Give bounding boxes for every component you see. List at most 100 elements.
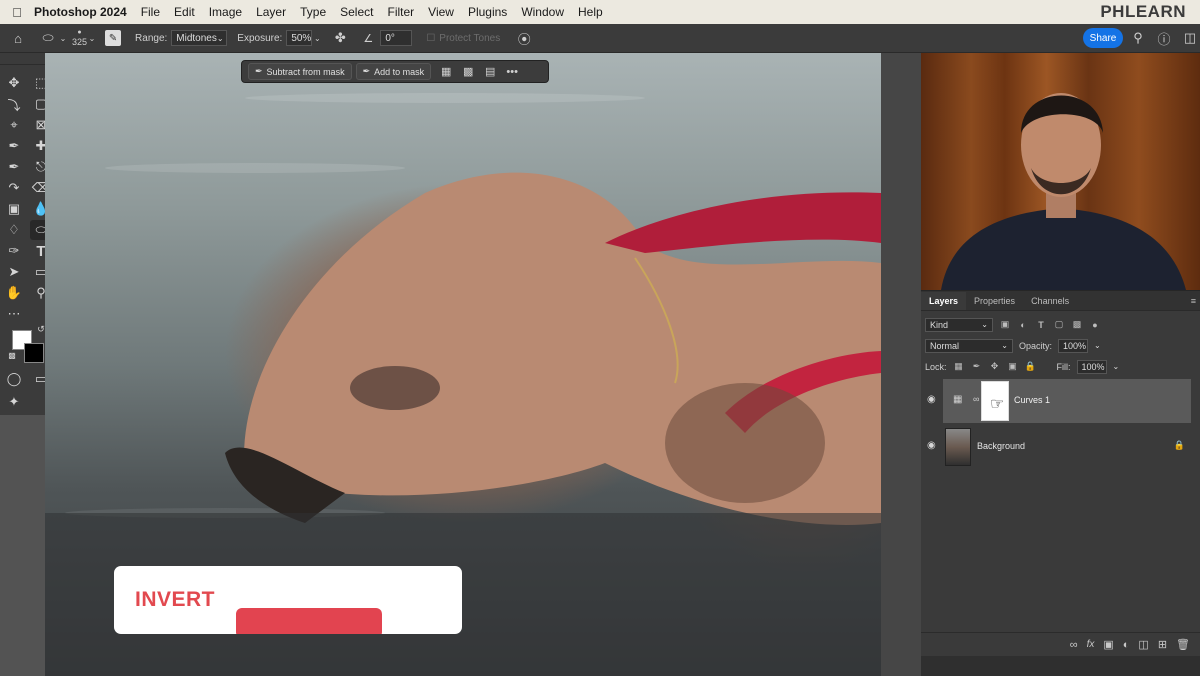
menu-file[interactable]: File (141, 5, 160, 19)
lock-position-icon[interactable]: ✥ (989, 361, 1001, 373)
lasso-tool-icon[interactable]: ⤵ (3, 94, 25, 114)
add-to-mask-button[interactable]: ✒ Add to mask (355, 63, 432, 80)
fill-input[interactable]: 100% (1076, 359, 1107, 374)
opacity-label: Opacity: (1019, 340, 1053, 351)
menu-filter[interactable]: Filter (387, 5, 414, 19)
presenter-image (941, 93, 1186, 290)
blend-mode-select[interactable]: Normal ⌄ (925, 338, 1013, 353)
pen-tool-icon[interactable]: ✑ (3, 241, 25, 261)
filter-shape-icon[interactable]: ▢ (1053, 319, 1065, 331)
tab-channels[interactable]: Channels (1023, 296, 1077, 310)
filter-smart-object-icon[interactable]: ▩ (1071, 319, 1083, 331)
chevron-down-icon[interactable]: ⌄ (312, 28, 322, 48)
chevron-down-icon[interactable]: ⌄ (87, 28, 97, 48)
layer-mask-thumbnail[interactable]: ☞ (981, 381, 1009, 421)
opacity-input[interactable]: 100% (1058, 338, 1089, 353)
quick-mask-icon[interactable]: ◯ (3, 369, 25, 389)
history-brush-tool-icon[interactable]: ↷ (3, 178, 25, 198)
path-select-tool-icon[interactable]: ➤ (3, 262, 25, 282)
lock-transparent-icon[interactable]: ▦ (953, 361, 965, 373)
mask-options-icon[interactable]: ▦ (435, 63, 457, 80)
delete-layer-icon[interactable]: 🗑 (1176, 638, 1190, 651)
exposure-input[interactable]: 50% (286, 30, 313, 46)
chevron-down-icon[interactable]: ⌄ (1094, 341, 1101, 350)
menu-select[interactable]: Select (340, 5, 373, 19)
layer-row[interactable]: ◉ ▦ ∞ ☞ Curves 1 (927, 379, 1191, 423)
angle-input[interactable]: 0° (380, 30, 413, 46)
options-right-icons: ⚲ ⓘ ◫ (1128, 28, 1200, 48)
add-mask-icon[interactable]: ▣ (1103, 638, 1113, 651)
menu-window[interactable]: Window (521, 5, 564, 19)
tutorial-caption-card: INVERT (114, 566, 462, 634)
subtract-from-mask-label: Subtract from mask (266, 66, 345, 77)
brush-settings-icon[interactable]: ✎ (105, 30, 122, 46)
hand-tool-icon[interactable]: ✋ (3, 283, 25, 303)
menu-layer[interactable]: Layer (256, 5, 286, 19)
brush-size-control[interactable]: ● 325 (72, 29, 87, 47)
menu-type[interactable]: Type (300, 5, 326, 19)
layer-thumbnail[interactable] (945, 428, 971, 466)
crop-tool-icon[interactable]: ⌖ (3, 115, 25, 135)
home-icon[interactable]: ⌂ (8, 28, 28, 48)
link-icon[interactable]: ∞ (973, 394, 979, 404)
gradient-tool-icon[interactable]: ▣ (3, 199, 25, 219)
new-group-icon[interactable]: ◫ (1138, 638, 1148, 651)
background-color-swatch[interactable] (24, 343, 44, 363)
workspace-icon[interactable]: ◫ (1180, 28, 1200, 48)
new-layer-icon[interactable]: ⊞ (1158, 638, 1167, 651)
search-icon[interactable]: ⚲ (1128, 28, 1148, 48)
filter-pixel-icon[interactable]: ▣ (999, 319, 1011, 331)
share-button[interactable]: Share (1083, 28, 1123, 48)
apple-icon[interactable]:  (0, 5, 34, 20)
layers-footer: ∞ fx ▣ ◐ ◫ ⊞ 🗑 (921, 632, 1200, 656)
tab-properties[interactable]: Properties (966, 296, 1023, 310)
chevron-down-icon[interactable]: ⌄ (1113, 362, 1120, 371)
tab-layers[interactable]: Layers (921, 292, 967, 310)
lock-label: Lock: (925, 361, 947, 372)
eyedropper-tool-icon[interactable]: ✒ (3, 136, 25, 156)
range-select[interactable]: Midtones ⌄ (171, 30, 228, 46)
filter-type-icon[interactable]: T (1035, 319, 1047, 331)
panel-menu-icon[interactable]: ≡ (1183, 296, 1200, 310)
move-tool-icon[interactable]: ✥ (3, 73, 25, 93)
eye-icon[interactable]: ◉ (927, 440, 936, 451)
fill-value: 100% (1081, 361, 1105, 372)
link-layers-icon[interactable]: ∞ (1070, 639, 1078, 651)
dodge-tool-preset-icon[interactable]: ⬭ (38, 28, 58, 48)
app-menu[interactable]: Photoshop 2024 (34, 5, 127, 19)
filter-adjustment-icon[interactable]: ◐ (1017, 319, 1029, 331)
new-adjustment-icon[interactable]: ◐ (1123, 639, 1130, 651)
more-options-icon[interactable]: ••• (501, 63, 523, 80)
contextual-task-bar: ✒ Subtract from mask ✒ Add to mask ▦ ▩ ▤… (241, 60, 549, 83)
options-bar: ⌂ ⬭ ⌄ ● 325 ⌄ ✎ Range: Midtones ⌄ Exposu… (0, 24, 1200, 53)
filter-kind-select[interactable]: Kind ⌄ (925, 317, 993, 332)
more-tools-icon[interactable]: ⋯ (3, 304, 25, 324)
airbrush-icon[interactable]: ✤ (330, 28, 350, 48)
eye-icon[interactable]: ◉ (927, 394, 936, 405)
layer-row[interactable]: ◉ Background 🔒 (927, 425, 1191, 469)
layer-effects-icon[interactable]: fx (1087, 639, 1095, 650)
menu-image[interactable]: Image (209, 5, 242, 19)
lock-image-icon[interactable]: ✒ (971, 361, 983, 373)
menu-edit[interactable]: Edit (174, 5, 195, 19)
subtract-from-mask-button[interactable]: ✒ Subtract from mask (248, 63, 352, 80)
generative-fill-icon[interactable]: ✦ (3, 392, 25, 412)
menu-plugins[interactable]: Plugins (468, 5, 507, 19)
lock-all-icon[interactable]: 🔒 (1025, 361, 1037, 373)
menu-help[interactable]: Help (578, 5, 603, 19)
pressure-size-icon[interactable]: ⦿ (514, 28, 534, 48)
mask-settings-icon[interactable]: ▤ (479, 63, 501, 80)
default-colors-icon[interactable]: ▩ (6, 349, 18, 361)
filter-toggle-icon[interactable]: ● (1089, 319, 1101, 331)
lock-icon[interactable]: 🔒 (1174, 440, 1185, 451)
brush-dot-icon: ● (77, 29, 82, 36)
range-value: Midtones (176, 32, 217, 44)
paint-bucket-tool-icon[interactable]: ♢ (3, 220, 25, 240)
menu-view[interactable]: View (428, 5, 454, 19)
lock-artboard-icon[interactable]: ▣ (1007, 361, 1019, 373)
invert-mask-icon[interactable]: ▩ (457, 63, 479, 80)
brush-tool-icon[interactable]: ✒ (3, 157, 25, 177)
protect-tones-checkbox[interactable]: ☐ (426, 33, 435, 44)
chevron-down-icon[interactable]: ⌄ (58, 28, 68, 48)
help-icon[interactable]: ⓘ (1154, 28, 1174, 48)
